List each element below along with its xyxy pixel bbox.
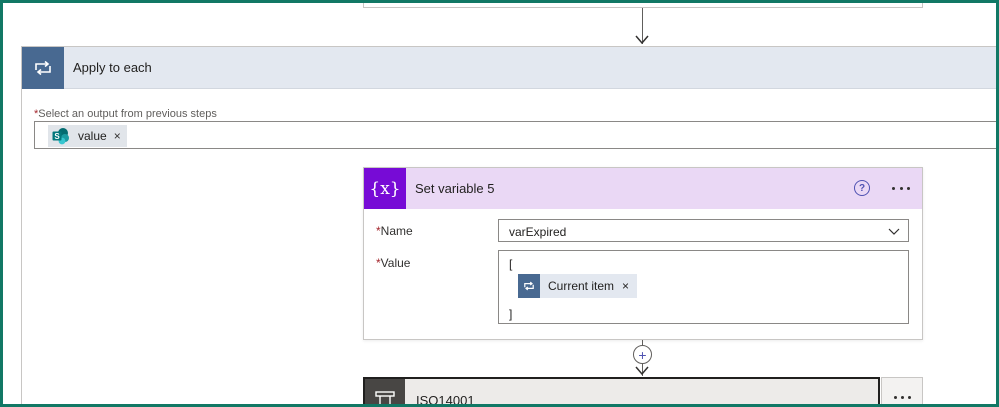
name-label: *Name [376,224,413,238]
value-token[interactable]: S value × [48,125,127,147]
svg-text:S: S [54,132,60,141]
variable-icon: {x} [364,168,406,209]
select-output-label: *Select an output from previous steps [34,108,217,120]
set-variable-header[interactable]: {x} Set variable 5 ? [364,168,922,209]
add-step-button[interactable]: + [633,345,652,364]
sharepoint-icon: S [52,127,70,145]
previous-step-card[interactable] [363,0,923,8]
arrow-down-icon [635,35,649,45]
set-variable-card: {x} Set variable 5 ? *Name varExpired *V… [363,167,923,340]
arrow-down-icon [635,366,649,376]
condition-icon [365,379,405,407]
more-options-icon[interactable] [889,178,913,198]
value-token-remove[interactable]: × [114,129,121,143]
select-output-label-text: Select an output from previous steps [38,108,217,120]
variable-value-input[interactable]: [ Current item × ] [498,250,909,324]
help-icon[interactable]: ? [854,180,870,196]
set-variable-title: Set variable 5 [415,181,495,196]
iso-more-options-icon[interactable] [881,377,923,407]
apply-to-each-title: Apply to each [73,60,152,75]
loop-icon [22,47,64,89]
current-item-remove[interactable]: × [622,279,629,293]
iso14001-header: ISO14001 [405,379,878,407]
chevron-down-icon [888,228,900,235]
iso14001-card[interactable]: ISO14001 [363,377,880,407]
value-token-label: value [78,129,107,143]
variable-name-value: varExpired [509,225,567,239]
iso14001-title: ISO14001 [416,393,475,407]
variable-name-dropdown[interactable]: varExpired [498,219,909,242]
current-item-token[interactable]: Current item × [518,274,638,298]
loop-icon [518,274,540,298]
value-label: *Value [376,256,411,270]
current-item-label: Current item [548,279,615,293]
value-open-bracket: [ [509,257,513,271]
value-close-bracket: ] [509,307,513,321]
select-output-input[interactable]: S value × [34,121,999,149]
apply-to-each-header[interactable]: Apply to each [22,47,999,89]
